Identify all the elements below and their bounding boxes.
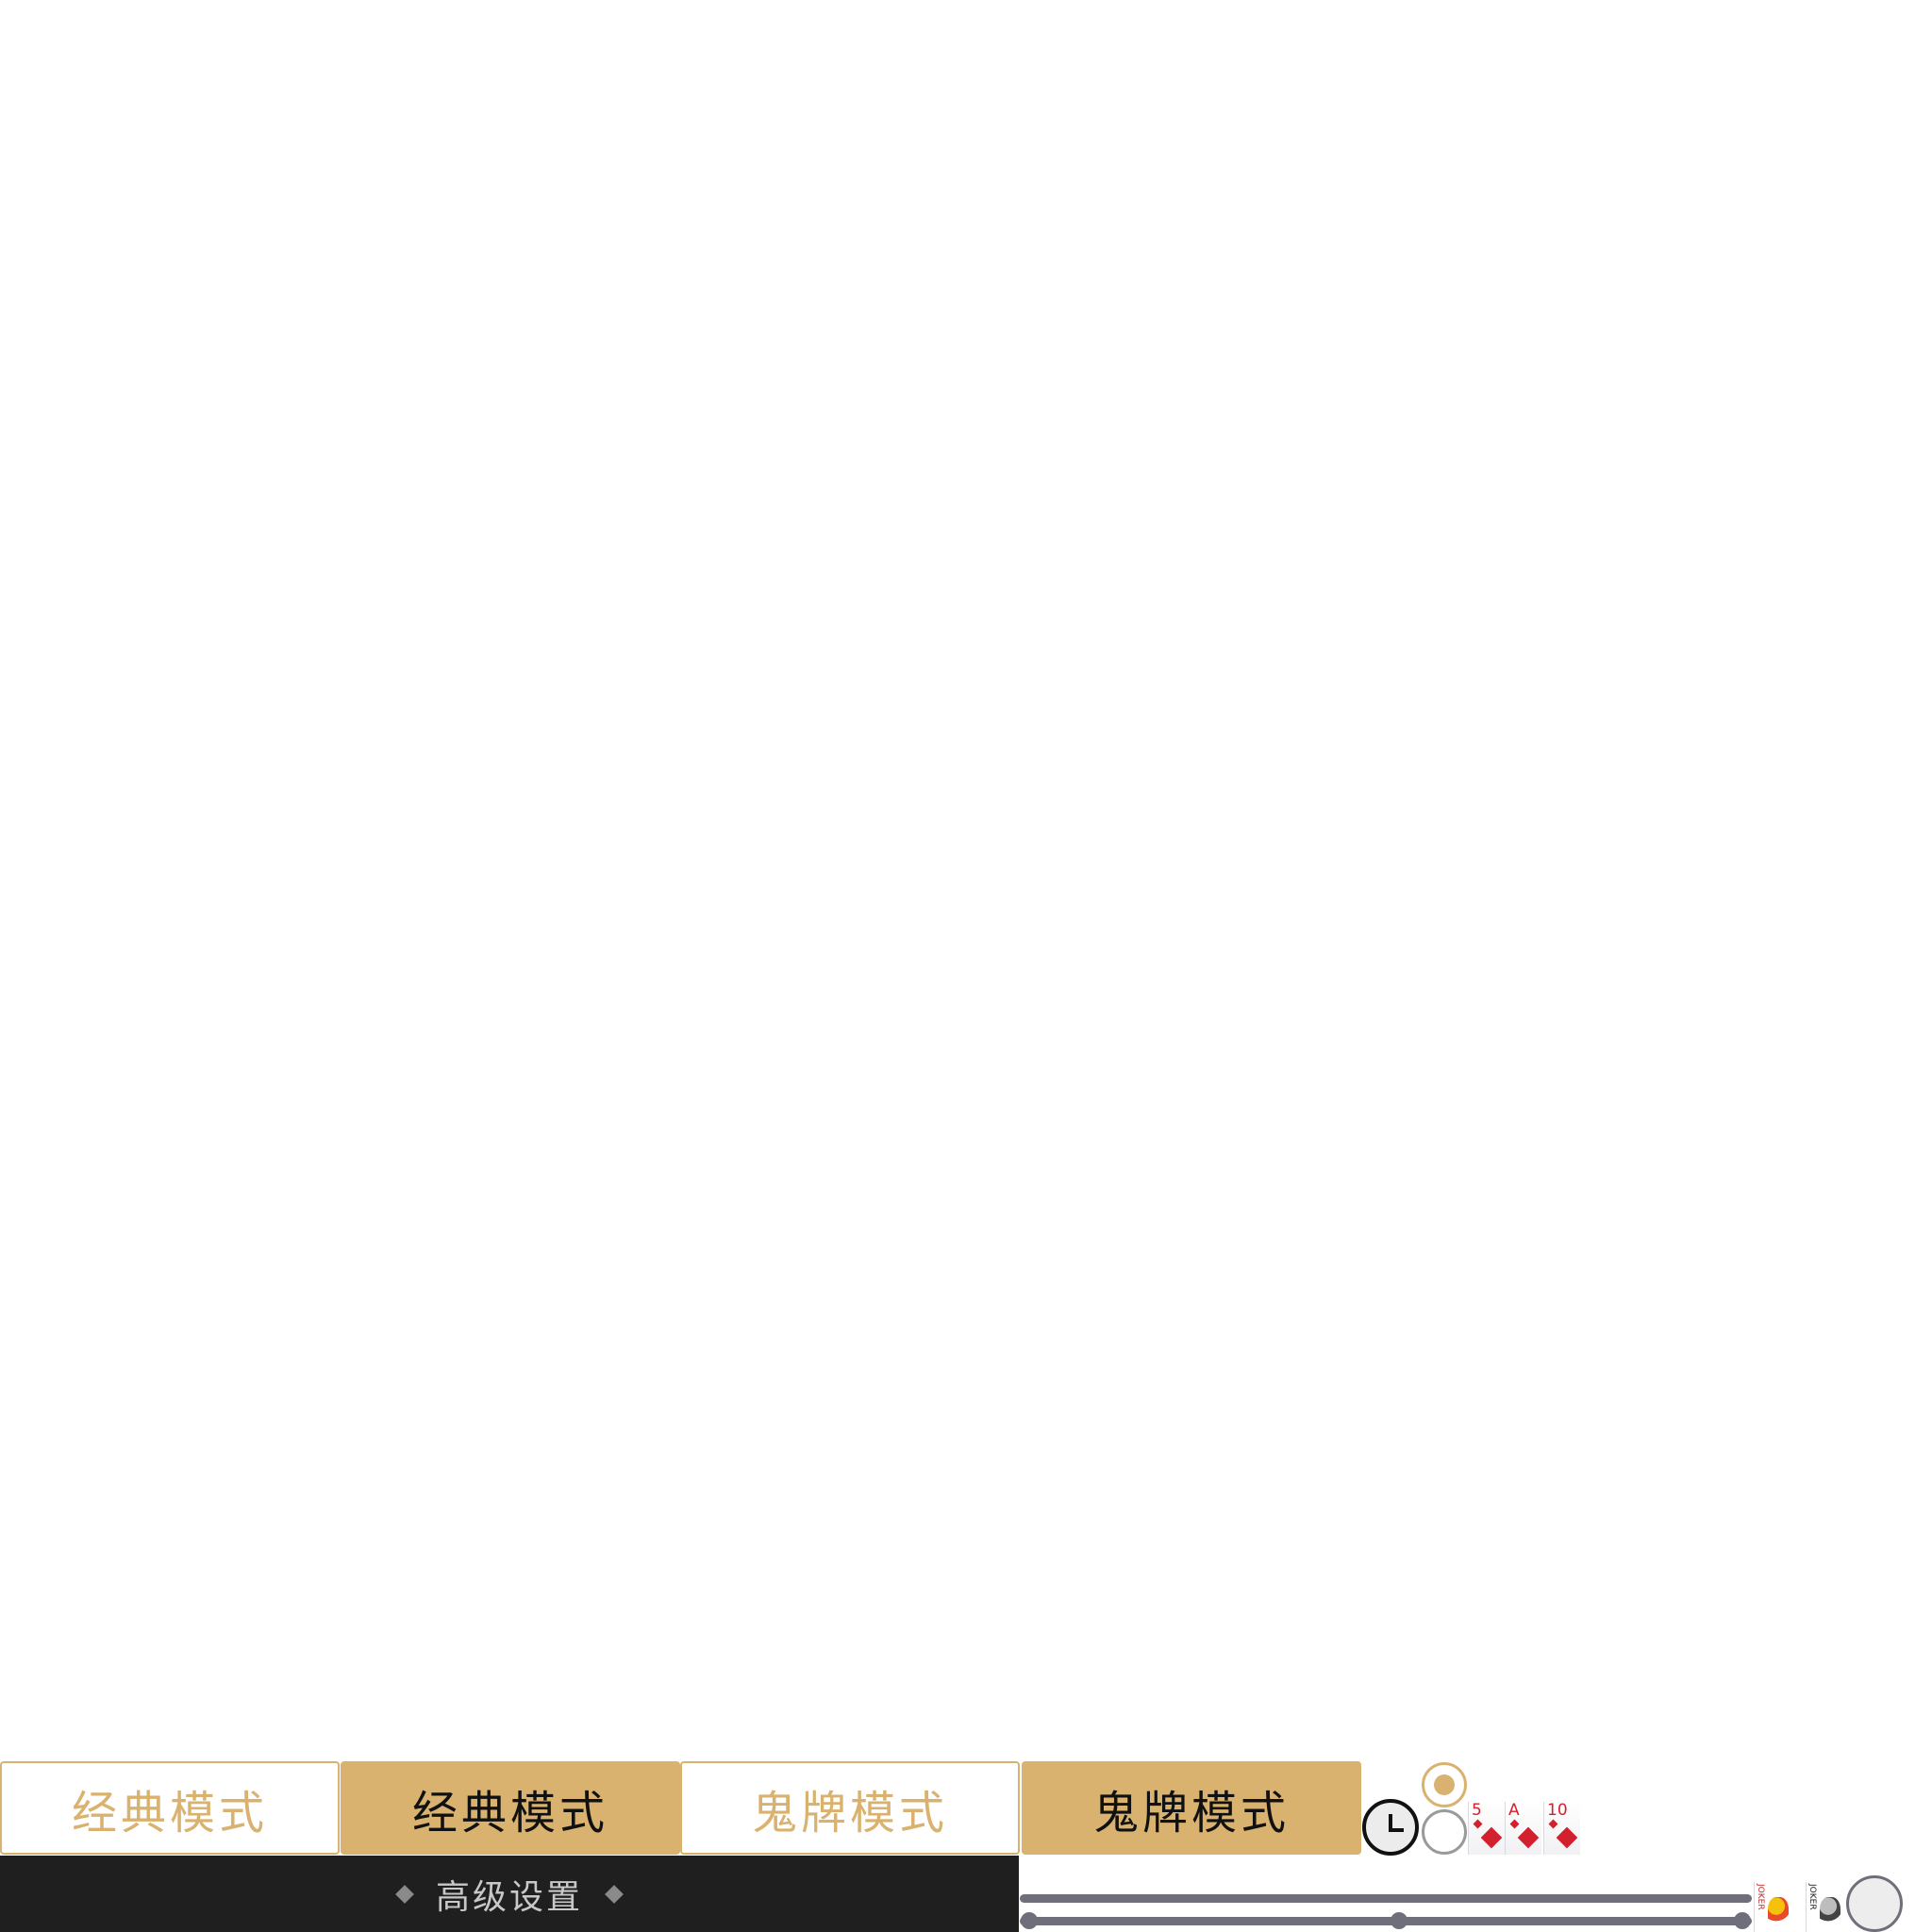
stage: 经典模式 经典模式 鬼牌模式 鬼牌模式 高级设置 5 A 10 JOKER JO… xyxy=(0,0,1932,1932)
card-rank: 10 xyxy=(1547,1801,1568,1820)
diamond-icon xyxy=(1548,1819,1558,1829)
classic-mode-label: 经典模式 xyxy=(411,1786,608,1840)
slider-track[interactable] xyxy=(1020,1894,1752,1903)
joker-art-icon xyxy=(1768,1897,1789,1927)
playing-card-5-diamond: 5 xyxy=(1468,1802,1505,1855)
classic-mode-button[interactable]: 经典模式 xyxy=(0,1761,340,1855)
diamond-icon xyxy=(1556,1826,1578,1849)
slider-handle-min[interactable] xyxy=(1021,1912,1038,1929)
joker-mode-label: 鬼牌模式 xyxy=(1092,1786,1290,1840)
diamond-icon xyxy=(1480,1826,1503,1849)
joker-label: JOKER xyxy=(1807,1884,1817,1910)
card-rank: 5 xyxy=(1472,1801,1482,1820)
advanced-settings-bar[interactable]: 高级设置 xyxy=(0,1856,1019,1932)
classic-mode-label: 经典模式 xyxy=(71,1786,268,1840)
playing-card-a-diamond: A xyxy=(1505,1802,1541,1855)
diamond-icon xyxy=(1517,1826,1540,1849)
slider-handle-mid[interactable] xyxy=(1391,1912,1407,1929)
card-rank: A xyxy=(1508,1801,1520,1820)
range-slider-track[interactable] xyxy=(1020,1917,1752,1925)
playing-card-10-diamond: 10 xyxy=(1543,1802,1580,1855)
slider-handle-max[interactable] xyxy=(1734,1912,1751,1929)
diamond-icon xyxy=(395,1884,414,1904)
diamond-icon xyxy=(1473,1819,1483,1829)
advanced-settings-label: 高级设置 xyxy=(435,1877,583,1917)
joker-mode-button[interactable]: 鬼牌模式 xyxy=(680,1761,1020,1855)
radio-unchecked[interactable] xyxy=(1422,1809,1467,1855)
clock-icon[interactable] xyxy=(1362,1799,1419,1856)
red-joker-card: JOKER xyxy=(1754,1882,1790,1932)
radio-checked[interactable] xyxy=(1422,1762,1467,1807)
classic-mode-button-selected[interactable]: 经典模式 xyxy=(341,1761,680,1855)
clock-hand xyxy=(1389,1828,1404,1832)
joker-art-icon xyxy=(1820,1897,1840,1927)
black-joker-card: JOKER xyxy=(1806,1882,1842,1932)
round-toggle-button[interactable] xyxy=(1846,1875,1903,1932)
joker-mode-button-selected[interactable]: 鬼牌模式 xyxy=(1022,1761,1361,1855)
diamond-icon xyxy=(1509,1819,1520,1829)
joker-mode-label: 鬼牌模式 xyxy=(751,1786,948,1840)
radio-dot xyxy=(1434,1774,1455,1795)
joker-label: JOKER xyxy=(1756,1884,1765,1910)
diamond-icon xyxy=(605,1884,624,1904)
